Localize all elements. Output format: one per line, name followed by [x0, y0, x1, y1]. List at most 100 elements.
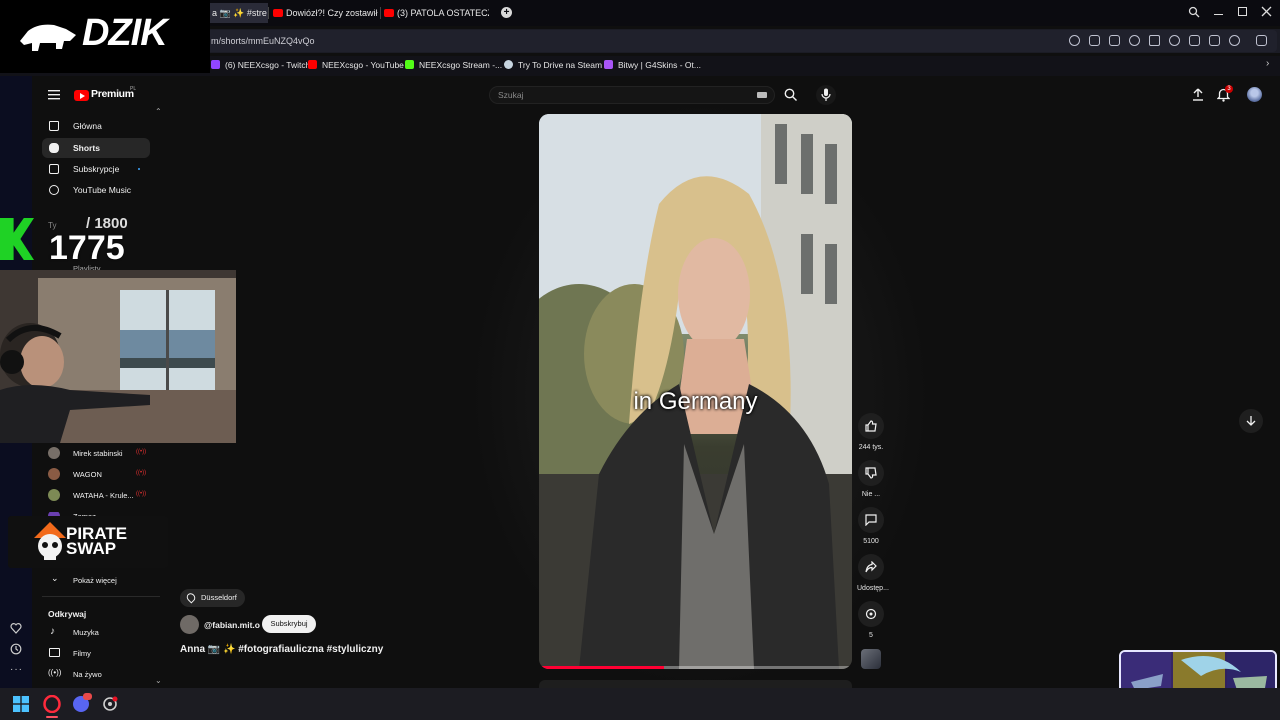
sound-thumbnail[interactable]	[861, 649, 881, 669]
new-tab-button[interactable]: +	[501, 7, 512, 18]
bookmark[interactable]: Try To Drive na Steam	[504, 60, 602, 70]
g4skins-icon	[604, 60, 613, 69]
youtube-icon	[273, 9, 283, 17]
camera-icon[interactable]	[1109, 35, 1120, 46]
remix-glyph	[865, 608, 877, 620]
settings-app-icon[interactable]	[102, 696, 118, 712]
windows-start-icon[interactable]	[13, 696, 29, 712]
bookmark-label: Bitwy | G4Skins - Ot...	[618, 60, 701, 70]
chevron-down-icon: ⌄	[51, 573, 59, 583]
bookmark[interactable]: NEEXcsgo Stream -...	[405, 60, 502, 70]
bookmark[interactable]: (6) NEEXcsgo - Twitch	[211, 60, 310, 70]
logo-region: PL	[130, 86, 137, 92]
counter-current: 1775	[49, 229, 125, 267]
sidebar-item-label: Shorts	[73, 143, 100, 153]
channel-name[interactable]: @fabian.mit.o	[204, 620, 260, 630]
sidebar-item-shorts[interactable]: Shorts	[42, 138, 150, 158]
sidebar-scroll-up-icon[interactable]: ⌃	[155, 107, 162, 116]
extension-icon[interactable]	[1256, 35, 1267, 46]
sidebar-item-music[interactable]: ♪ Muzyka	[48, 626, 158, 638]
account-icon[interactable]	[1229, 35, 1240, 46]
thumbs-down-glyph	[865, 467, 877, 479]
opera-gx-icon[interactable]	[43, 695, 61, 713]
brand-text: DZIK	[82, 12, 168, 54]
location-chip[interactable]: Düsseldorf	[180, 589, 245, 607]
subscribe-button[interactable]: Subskrybuj	[262, 615, 316, 633]
dislike-label: Nie ...	[861, 491, 881, 498]
comment-glyph	[865, 514, 877, 526]
discord-badge	[83, 693, 92, 700]
close-icon[interactable]	[1261, 6, 1272, 17]
browser-tab[interactable]: a 📷 ✨ #stre	[210, 3, 268, 23]
dislike-button[interactable]: Nie ...	[857, 460, 885, 498]
bookmark[interactable]: Bitwy | G4Skins - Ot...	[604, 60, 701, 70]
avatar	[48, 468, 60, 480]
account-avatar[interactable]	[1247, 87, 1262, 102]
browser-tab[interactable]: (3) PATOLA OSTATECZNA	[381, 3, 489, 23]
bookmark-label: (6) NEEXcsgo - Twitch	[225, 60, 311, 70]
sidebar-item-subscriptions[interactable]: Subskrypcje	[42, 159, 150, 179]
share-glyph	[865, 561, 877, 573]
youtube-logo-play-icon	[79, 92, 85, 99]
menu-icon[interactable]	[1209, 35, 1220, 46]
short-title: Anna 📷 ✨ #fotografiauliczna #styluliczny	[180, 644, 384, 655]
play-icon[interactable]	[1149, 35, 1160, 46]
download-icon[interactable]	[1189, 35, 1200, 46]
sidebar-divider	[42, 596, 160, 597]
pirate-skull-icon	[34, 522, 66, 560]
hamburger-menu-icon[interactable]	[48, 89, 60, 100]
show-more-button[interactable]: ⌄ Pokaż więcej	[48, 573, 158, 586]
building-window	[825, 144, 837, 204]
steam-icon	[504, 60, 513, 69]
boar-icon	[20, 24, 76, 51]
live-indicator: ((•))	[136, 470, 147, 476]
edit-icon[interactable]	[1089, 35, 1100, 46]
like-button[interactable]: 244 tys.	[857, 413, 885, 451]
location-label: Düsseldorf	[201, 593, 237, 602]
remix-count: 5	[869, 632, 873, 639]
video-subtitle: in Germany	[633, 388, 758, 415]
search-icon[interactable]	[1188, 6, 1200, 18]
browser-tab[interactable]: Dowiózł?! Czy zostawił pr	[270, 3, 378, 23]
bookmark-label: NEEXcsgo - YouTube	[322, 60, 404, 70]
more-icon[interactable]: ···	[10, 664, 23, 675]
keyboard-icon[interactable]	[757, 92, 767, 98]
more-bookmarks-icon[interactable]: ›	[1266, 58, 1269, 69]
windows-taskbar	[0, 688, 1280, 720]
building-window	[775, 124, 787, 184]
sidebar-item-live[interactable]: ((•)) Na żywo	[48, 668, 158, 680]
bookmark-label: NEEXcsgo Stream -...	[419, 60, 503, 70]
avatar	[48, 447, 60, 459]
comments-button[interactable]: 5100	[857, 507, 885, 545]
sidebar-item-home[interactable]: Główna	[42, 116, 150, 136]
minimize-button[interactable]	[1214, 14, 1223, 16]
heart-icon[interactable]	[10, 622, 22, 634]
maximize-button[interactable]	[1238, 7, 1247, 16]
video-progress-fill	[539, 666, 665, 669]
sidebar-scroll-down-icon[interactable]: ⌄	[155, 676, 162, 685]
tab-title: a 📷 ✨ #stre	[212, 8, 267, 18]
channel-avatar[interactable]	[180, 615, 199, 634]
upload-icon[interactable]	[1192, 88, 1204, 101]
tab-title: (3) PATOLA OSTATECZNA	[397, 8, 489, 18]
sidebar-item-movies[interactable]: Filmy	[48, 648, 158, 659]
avatar	[48, 489, 60, 501]
bookmark[interactable]: NEEXcsgo - YouTube	[308, 60, 404, 70]
active-app-indicator	[46, 716, 58, 718]
subscriptions-icon	[49, 164, 59, 174]
shield-icon[interactable]	[1129, 35, 1140, 46]
building-window	[801, 134, 813, 194]
kick-icon	[405, 60, 414, 69]
youtube-icon	[384, 9, 394, 17]
zoom-icon[interactable]	[1069, 35, 1080, 46]
sidebar-item-youtube-music[interactable]: YouTube Music	[42, 180, 150, 200]
sidebar-item-label: Subskrypcje	[73, 164, 120, 174]
search-placeholder: Szukaj	[498, 90, 524, 100]
history-icon[interactable]	[10, 643, 22, 655]
twitch-icon	[211, 60, 220, 69]
share-button[interactable]: Udostęp...	[857, 554, 889, 592]
live-icon: ((•))	[48, 668, 62, 677]
heart-icon[interactable]	[1169, 35, 1180, 46]
arrow-down-icon	[1246, 416, 1256, 426]
remix-button[interactable]: 5	[857, 601, 885, 639]
